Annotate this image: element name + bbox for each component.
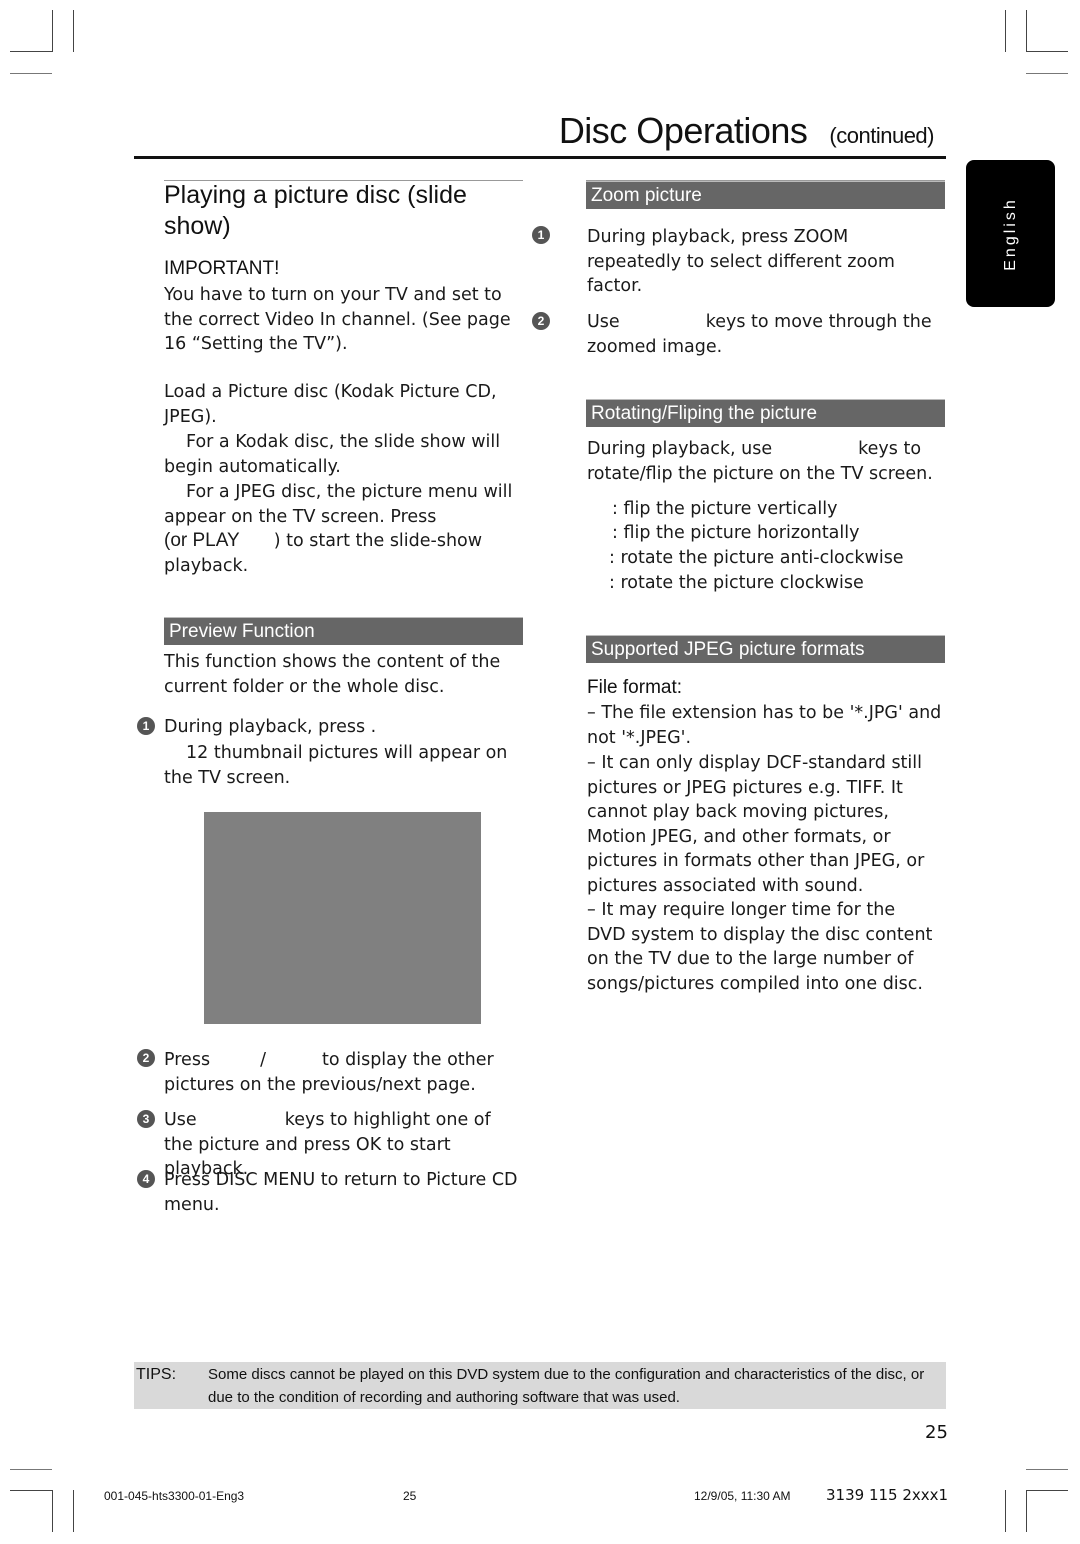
language-tab: English bbox=[966, 160, 1055, 307]
rotate-option-down: : flip the picture horizontally bbox=[612, 523, 860, 543]
crop-mark bbox=[10, 51, 52, 52]
step-2-icon: 2 bbox=[532, 312, 550, 330]
step-2-rest: to display the other pictures on the pre… bbox=[164, 1050, 494, 1095]
crop-mark bbox=[1026, 1469, 1068, 1470]
step-4-icon: 4 bbox=[137, 1170, 155, 1188]
step-2-icon: 2 bbox=[137, 1049, 155, 1067]
zoom-step-2-rest: keys to move through the zoomed image. bbox=[587, 312, 932, 357]
crop-mark bbox=[10, 1490, 52, 1491]
jpeg-rule-1: – The file extension has to be '*.JPG' a… bbox=[587, 703, 942, 748]
footer-file: 001-045-hts3300-01-Eng3 bbox=[104, 1489, 245, 1503]
rotate-intro-pre: During playback, use bbox=[587, 439, 773, 459]
kodak-note: For a Kodak disc, the slide show will be… bbox=[164, 432, 501, 477]
page-title-continued: (continued) bbox=[829, 123, 934, 148]
preview-intro: This function shows the content of the c… bbox=[164, 652, 501, 697]
title-rule bbox=[134, 156, 946, 159]
play-label: (or PLAY bbox=[164, 530, 240, 551]
footer-page: 25 bbox=[403, 1489, 417, 1503]
crop-mark bbox=[52, 1490, 53, 1532]
zoom-step-1: During playback, press ZOOM repeatedly t… bbox=[587, 227, 895, 297]
crop-mark bbox=[1026, 10, 1027, 52]
footer-code: 3139 115 2xxx1 bbox=[826, 1486, 949, 1504]
tips-box: TIPS: Some discs cannot be played on thi… bbox=[134, 1362, 946, 1409]
crop-mark bbox=[73, 1490, 74, 1532]
preview-step-2: Press / to display the other pictures on t… bbox=[164, 1048, 514, 1097]
crop-mark bbox=[73, 10, 74, 52]
preview-step-1: During playback, press . bbox=[164, 717, 377, 737]
section-bar-zoom: Zoom picture bbox=[586, 181, 945, 209]
crop-mark bbox=[10, 1469, 52, 1470]
page-title-text: Disc Operations bbox=[558, 110, 808, 151]
tips-text: Some discs cannot be played on this DVD … bbox=[208, 1366, 925, 1406]
step-3-icon: 3 bbox=[137, 1110, 155, 1128]
rotate-option-up: : flip the picture vertically bbox=[612, 499, 838, 519]
file-format-label: File format: bbox=[587, 677, 683, 698]
section-heading: Playing a picture disc (slide show) bbox=[164, 181, 467, 240]
rotate-intro: During playback, use keys to rotate/flip … bbox=[587, 437, 937, 486]
crop-mark bbox=[1026, 51, 1068, 52]
section-bar-preview: Preview Function bbox=[164, 617, 523, 645]
jpeg-note: For a JPEG disc, the picture menu will a… bbox=[164, 482, 513, 527]
step-1-icon: 1 bbox=[137, 717, 155, 735]
zoom-step-2: Use keys to move through the zoomed image… bbox=[587, 310, 937, 359]
jpeg-note-continued: (or PLAY) to start the slide-show playba… bbox=[164, 529, 514, 578]
footer-date: 12/9/05, 11:30 AM bbox=[694, 1489, 791, 1503]
jpeg-rule-3: – It may require longer time for the DVD… bbox=[587, 900, 933, 994]
load-instruction: Load a Picture disc (Kodak Picture CD, J… bbox=[164, 382, 497, 427]
crop-mark bbox=[1026, 73, 1068, 74]
crop-mark bbox=[1005, 10, 1006, 52]
crop-mark bbox=[1005, 1490, 1006, 1532]
important-text: You have to turn on your TV and set to t… bbox=[164, 285, 511, 355]
crop-mark bbox=[1026, 1490, 1068, 1491]
preview-step-4: Press DISC MENU to return to Picture CD … bbox=[164, 1170, 518, 1215]
step-1-icon: 1 bbox=[532, 226, 550, 244]
section-bar-jpeg-formats: Supported JPEG picture formats bbox=[586, 635, 945, 663]
step-2-separator: / bbox=[260, 1050, 266, 1070]
preview-step-1-note: 12 thumbnail pictures will appear on the… bbox=[164, 743, 508, 788]
thumbnail-preview-image bbox=[204, 812, 481, 1024]
jpeg-rule-2: – It can only display DCF-standard still… bbox=[587, 753, 925, 896]
language-tab-label: English bbox=[1001, 196, 1019, 271]
important-label: IMPORTANT! bbox=[164, 258, 280, 279]
crop-mark bbox=[10, 73, 52, 74]
zoom-step-2-use: Use bbox=[587, 312, 620, 332]
page-number: 25 bbox=[925, 1422, 948, 1443]
tips-label: TIPS: bbox=[136, 1366, 177, 1383]
crop-mark bbox=[1026, 1490, 1027, 1532]
section-bar-rotate: Rotating/Fliping the picture bbox=[586, 399, 945, 427]
step-2-press: Press bbox=[164, 1050, 211, 1070]
page-title: Disc Operations (continued) bbox=[558, 110, 935, 152]
step-3-use: Use bbox=[164, 1110, 197, 1130]
crop-mark bbox=[52, 10, 53, 52]
rotate-option-right: : rotate the picture clockwise bbox=[609, 573, 864, 593]
rotate-option-left: : rotate the picture anti-clockwise bbox=[609, 548, 904, 568]
